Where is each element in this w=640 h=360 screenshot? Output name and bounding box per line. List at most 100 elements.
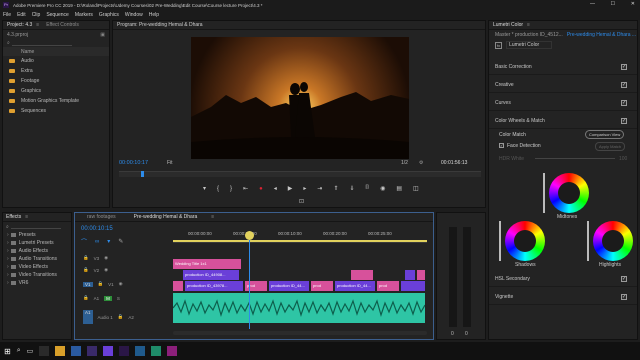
effects-item[interactable]: › Audio Transitions	[3, 255, 71, 263]
section-vignette[interactable]: Vignette ✓	[489, 289, 637, 305]
fit-select[interactable]: Fit	[167, 160, 173, 166]
video-clip[interactable]: production ID_44...	[269, 281, 309, 291]
lock-icon[interactable]: 🔒	[83, 267, 89, 273]
mark-out-icon[interactable]: }	[230, 186, 232, 192]
panel-menu-icon[interactable]: ≡	[527, 22, 530, 28]
project-item[interactable]: Motion Graphics Template	[3, 96, 109, 106]
go-to-in-icon[interactable]: ⇤	[243, 185, 248, 192]
app-icon[interactable]	[135, 346, 146, 356]
track-header-v2[interactable]: 🔒 V2 ◉	[75, 265, 175, 275]
camera-icon[interactable]: ◉	[380, 185, 385, 192]
app-icon[interactable]	[103, 346, 114, 356]
track-header-a1[interactable]: 🔒 A1 M S	[75, 293, 175, 303]
tab-sequence[interactable]: Pre-wedding Hemal & Dhara	[130, 213, 202, 221]
step-back-icon[interactable]: ◂	[274, 185, 277, 192]
apply-match-button[interactable]: Apply Match	[595, 142, 626, 151]
section-creative[interactable]: Creative ✓	[489, 77, 637, 93]
project-item[interactable]: Sequences	[3, 106, 109, 116]
section-toggle[interactable]: ✓	[621, 275, 627, 282]
video-clip[interactable]	[405, 270, 415, 280]
playhead-handle[interactable]	[245, 231, 254, 240]
name-column-header[interactable]: Name	[21, 49, 34, 55]
lock-icon[interactable]: 🔒	[118, 314, 124, 320]
highlights-wheel[interactable]	[593, 221, 633, 261]
program-scrubber[interactable]	[119, 171, 481, 177]
video-clip[interactable]	[351, 270, 373, 280]
mark-in-icon[interactable]: {	[217, 186, 219, 192]
new-bin-icon[interactable]: ▣	[100, 32, 105, 38]
export-frame-icon[interactable]: ⌷	[365, 185, 369, 192]
hdr-white-value[interactable]: 100	[619, 156, 627, 162]
title-clip[interactable]: Wedding Title 1x1	[173, 259, 241, 269]
resolution-select[interactable]: 1/2	[401, 160, 408, 166]
tab-raw-footages[interactable]: raw footages	[83, 213, 120, 221]
project-item[interactable]: Extra	[3, 66, 109, 76]
effects-item[interactable]: › Video Transitions	[3, 271, 71, 279]
eye-icon[interactable]: ◉	[104, 267, 108, 273]
shadows-slider[interactable]	[499, 221, 501, 261]
section-toggle[interactable]: ✓	[621, 63, 627, 70]
menu-clip[interactable]: Clip	[32, 12, 41, 18]
panel-menu-icon[interactable]: ≡	[36, 22, 39, 28]
effects-item[interactable]: › Video Effects	[3, 263, 71, 271]
highlights-slider[interactable]	[587, 221, 589, 261]
search-icon[interactable]: ⌕	[17, 347, 21, 355]
app-icon[interactable]	[151, 346, 162, 356]
add-button-icon[interactable]: ⊡	[299, 198, 304, 205]
app-icon[interactable]	[39, 346, 50, 356]
lumetri-fx-select[interactable]: Lumetri Color	[506, 41, 553, 49]
program-timecode[interactable]: 00:00:10:17	[119, 160, 148, 166]
windows-start-icon[interactable]: ⊞	[4, 347, 11, 356]
mute-button[interactable]: M	[104, 295, 112, 301]
menu-sequence[interactable]: Sequence	[46, 12, 69, 18]
effects-item[interactable]: › Presets	[3, 231, 71, 239]
app-icon[interactable]	[119, 346, 130, 356]
linked-selection-icon[interactable]: ∞	[95, 239, 99, 245]
settings-icon[interactable]: ✎	[118, 238, 123, 245]
solo-button[interactable]: S	[117, 296, 120, 301]
shadows-wheel[interactable]	[505, 221, 545, 261]
vr-icon[interactable]: ◫	[413, 185, 419, 192]
track-header-a2[interactable]: A1 Audio 1 🔒 A2	[75, 309, 175, 325]
maximize-button[interactable]: ☐	[611, 1, 615, 7]
work-area-bar[interactable]	[173, 240, 427, 242]
project-item[interactable]: Graphics	[3, 86, 109, 96]
tab-project[interactable]: Project: 4.3	[3, 21, 36, 29]
section-basic-correction[interactable]: Basic Correction ✓	[489, 59, 637, 75]
source-patch-a1[interactable]: A1	[83, 310, 93, 324]
effects-item[interactable]: › Audio Effects	[3, 247, 71, 255]
menu-graphics[interactable]: Graphics	[99, 12, 119, 18]
extract-icon[interactable]: ⇓	[349, 185, 354, 192]
eye-icon[interactable]: ◉	[119, 281, 123, 287]
menu-window[interactable]: Window	[125, 12, 143, 18]
add-marker-icon[interactable]: ▾	[107, 238, 110, 245]
sequence-clip-label[interactable]: Pre-wedding Hemal & Dhara ...	[567, 32, 636, 38]
snap-icon[interactable]: ⌒	[81, 237, 87, 246]
task-view-icon[interactable]: ▭	[27, 347, 34, 355]
step-forward-icon[interactable]: ▸	[303, 185, 306, 192]
menu-markers[interactable]: Markers	[75, 12, 93, 18]
app-icon[interactable]	[87, 346, 98, 356]
project-item[interactable]: Audio	[3, 56, 109, 66]
face-detection-checkbox[interactable]: ✓	[499, 143, 504, 148]
search-input[interactable]	[11, 41, 72, 46]
section-toggle[interactable]: ✓	[621, 293, 627, 300]
section-toggle[interactable]: ✓	[621, 99, 627, 106]
lock-icon[interactable]: 🔒	[83, 255, 89, 261]
time-ruler[interactable]: 00:00:00:00 00:00:05:00 00:00:10:00 00:0…	[173, 227, 427, 243]
go-to-out-icon[interactable]: ⇥	[317, 185, 322, 192]
video-clip[interactable]: production ID_44908...	[183, 270, 239, 280]
app-icon[interactable]	[167, 346, 178, 356]
tab-effects[interactable]: Effects	[6, 214, 21, 220]
search-icon[interactable]: ⌕	[6, 224, 9, 230]
project-item[interactable]: Footage	[3, 76, 109, 86]
video-clip[interactable]	[173, 281, 183, 291]
track-header-v3[interactable]: 🔒 V3 ◉	[75, 253, 175, 263]
section-toggle[interactable]: ✓	[621, 81, 627, 88]
panel-menu-icon[interactable]: ≡	[211, 214, 214, 220]
section-hsl-secondary[interactable]: HSL Secondary ✓	[489, 271, 637, 287]
hdr-white-slider[interactable]	[535, 158, 615, 159]
menu-file[interactable]: File	[3, 12, 11, 18]
effects-search-input[interactable]	[10, 224, 61, 229]
timeline-scrollbar[interactable]	[173, 331, 427, 335]
